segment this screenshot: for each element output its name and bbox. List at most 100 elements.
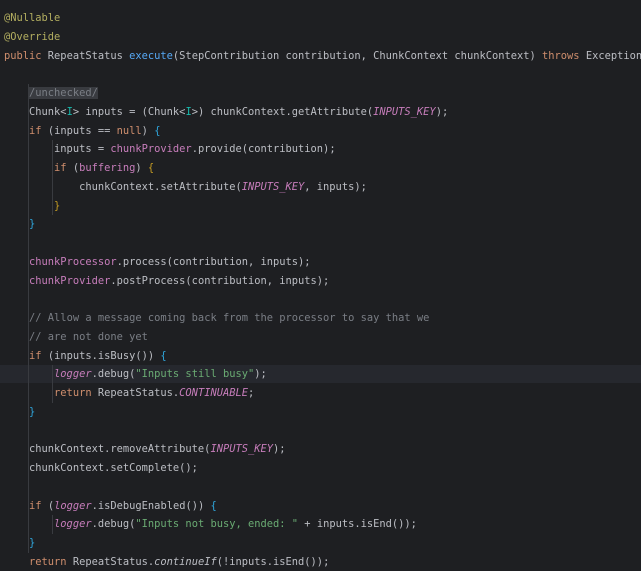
code-token: INPUTS_KEY xyxy=(373,105,436,118)
code-line[interactable]: return RepeatStatus.continueIf(!inputs.i… xyxy=(0,553,641,571)
code-line[interactable]: chunkContext.setAttribute(INPUTS_KEY, in… xyxy=(0,178,641,196)
code-token: continueIf xyxy=(154,555,217,568)
code-line[interactable]: if (logger.isDebugEnabled()) { xyxy=(0,497,641,515)
indent-guide xyxy=(52,140,53,216)
code-token: inputs = xyxy=(4,143,111,156)
code-token: >) chunkContext.getAttribute( xyxy=(191,105,374,118)
code-token: Exception xyxy=(585,49,641,62)
code-token: // Allow a message coming back from the … xyxy=(29,312,430,324)
code-line[interactable]: if (inputs.isBusy()) { xyxy=(0,347,641,365)
code-token: buffering xyxy=(79,162,136,174)
code-line[interactable]: if (buffering) { xyxy=(0,159,641,177)
code-token: ) xyxy=(141,124,155,137)
code-token: // are not done yet xyxy=(29,330,148,343)
code-line[interactable] xyxy=(0,478,641,496)
code-token: } xyxy=(29,537,36,549)
code-line[interactable]: logger.debug("Inputs still busy"); xyxy=(0,365,641,384)
code-token: execute xyxy=(129,49,173,62)
code-line[interactable]: if (inputs == null) { xyxy=(0,122,641,140)
code-line[interactable] xyxy=(0,234,641,252)
code-line[interactable] xyxy=(0,422,641,440)
code-token: .debug( xyxy=(91,368,136,381)
code-token: ; xyxy=(248,387,255,399)
code-token: if xyxy=(29,499,48,512)
code-token: if xyxy=(54,162,73,174)
code-line[interactable]: // are not done yet xyxy=(0,328,641,346)
code-token: .postProcess(contribution, inputs); xyxy=(110,274,330,287)
code-line[interactable]: chunkProcessor.process(contribution, inp… xyxy=(0,253,641,271)
indent-guide xyxy=(52,365,53,403)
code-token: chunkContext.removeAttribute( xyxy=(4,443,211,456)
code-token: RepeatStatus xyxy=(47,49,130,62)
code-token: } xyxy=(29,405,36,418)
code-token: (StepContribution contribution, ChunkCon… xyxy=(172,49,543,62)
code-token: logger xyxy=(54,518,92,531)
code-token: INPUTS_KEY xyxy=(241,180,305,193)
code-token: chunkProcessor xyxy=(29,255,117,268)
code-line[interactable]: chunkProvider.postProcess(contribution, … xyxy=(0,272,641,290)
code-token: { xyxy=(210,499,217,512)
code-token: .debug( xyxy=(91,518,136,531)
code-line[interactable]: } xyxy=(0,534,641,552)
code-token: @Override xyxy=(4,30,61,43)
code-token: { xyxy=(147,162,155,174)
code-line[interactable]: chunkContext.removeAttribute(INPUTS_KEY)… xyxy=(0,440,641,458)
code-line[interactable] xyxy=(0,65,641,83)
code-token: "Inputs still busy" xyxy=(135,368,255,381)
code-line[interactable]: @Nullable xyxy=(0,9,641,27)
code-line[interactable]: return RepeatStatus.CONTINUABLE; xyxy=(0,384,641,402)
code-line[interactable]: inputs = chunkProvider.provide(contribut… xyxy=(0,140,641,158)
code-line[interactable]: Chunk<I> inputs = (Chunk<I>) chunkContex… xyxy=(0,103,641,121)
indent-guide xyxy=(52,515,53,534)
code-line[interactable]: // Allow a message coming back from the … xyxy=(0,309,641,327)
code-token: if xyxy=(29,349,48,362)
code-token: "Inputs not busy, ended: " xyxy=(135,518,299,531)
code-token: chunkContext.setAttribute( xyxy=(4,180,242,193)
code-token: (inputs.isBusy()) xyxy=(47,349,161,362)
code-token: .isDebugEnabled()) xyxy=(91,499,211,512)
code-token: ); xyxy=(435,105,449,118)
code-line[interactable]: chunkContext.setComplete(); xyxy=(0,459,641,477)
indent-guide xyxy=(28,84,29,553)
code-token: return xyxy=(54,387,98,399)
code-token: chunkProvider xyxy=(110,143,192,156)
code-line[interactable]: /unchecked/ xyxy=(0,84,641,102)
code-line[interactable]: public RepeatStatus execute(StepContribu… xyxy=(0,47,641,65)
code-line[interactable]: } xyxy=(0,215,641,233)
code-line[interactable] xyxy=(0,290,641,308)
code-token: RepeatStatus. xyxy=(72,555,155,568)
code-token: } xyxy=(54,199,61,212)
code-token: if xyxy=(29,124,48,137)
code-line[interactable]: @Override xyxy=(0,28,641,46)
code-token: > inputs = (Chunk< xyxy=(72,105,186,118)
code-token: Chunk< xyxy=(4,105,67,118)
code-token: logger xyxy=(54,368,92,381)
code-token: .provide(contribution); xyxy=(191,143,336,156)
code-editor[interactable]: @Nullable @Override public RepeatStatus ex… xyxy=(0,0,641,571)
code-line[interactable]: logger.debug("Inputs not busy, ended: " … xyxy=(0,515,641,533)
code-token: chunkProvider xyxy=(29,274,111,287)
code-token: { xyxy=(154,124,161,137)
code-token: { xyxy=(160,349,167,362)
code-token: ) xyxy=(135,162,148,174)
code-token: CONTINUABLE xyxy=(179,387,248,399)
code-token: /unchecked/ xyxy=(29,87,98,99)
code-token: throws xyxy=(542,49,586,62)
code-line[interactable]: } xyxy=(0,403,641,421)
code-line[interactable]: } xyxy=(0,197,641,215)
code-token: logger xyxy=(54,499,92,512)
code-token: + inputs.isEnd()); xyxy=(298,518,417,531)
